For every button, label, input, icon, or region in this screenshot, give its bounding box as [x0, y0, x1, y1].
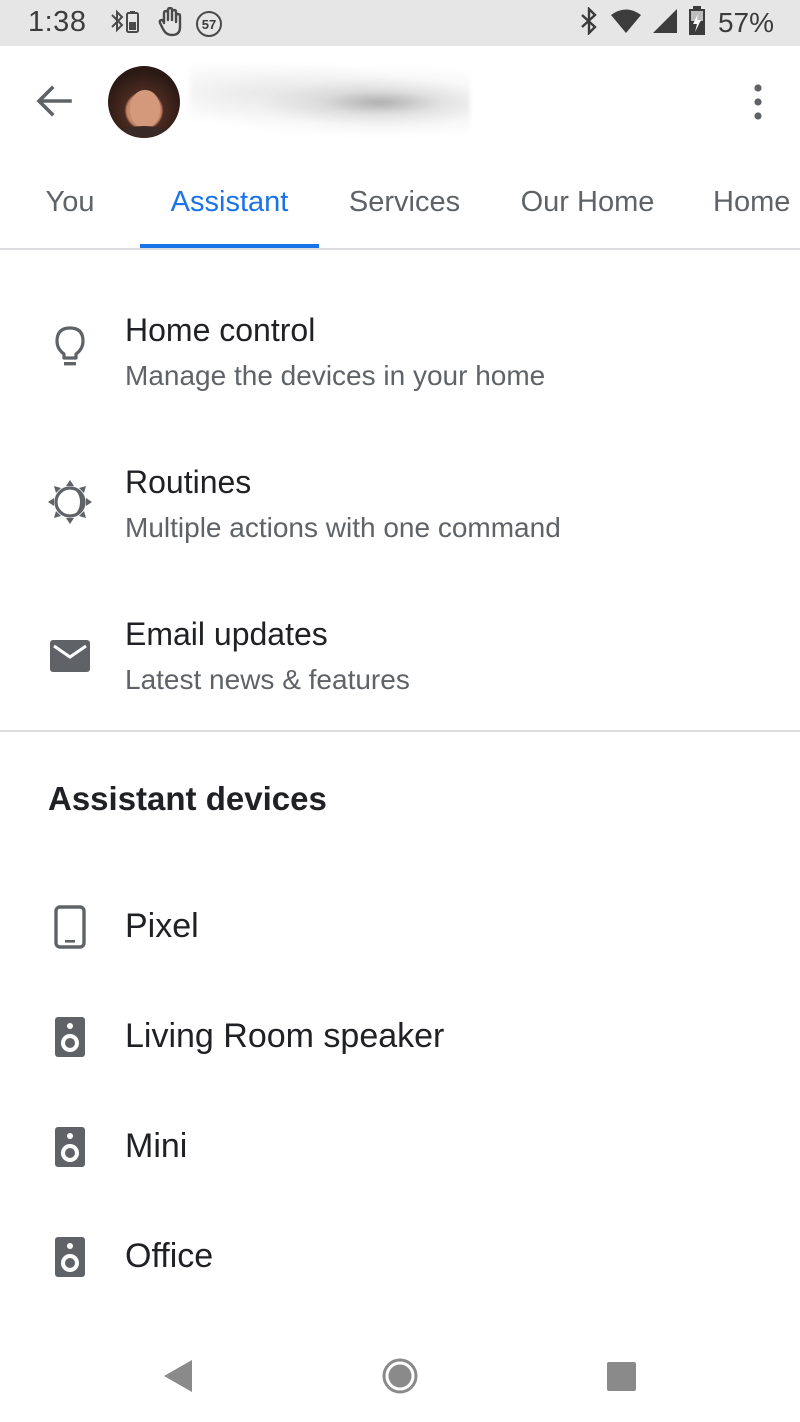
- signal-icon: [652, 8, 678, 39]
- battery-charging-icon: [688, 5, 706, 41]
- bluetooth-icon: [578, 5, 600, 40]
- overflow-menu-button[interactable]: [746, 80, 770, 124]
- tab-bar: You Assistant Services Our Home Home: [0, 156, 800, 250]
- list-item-email-updates[interactable]: Email updates Latest news & features: [0, 594, 800, 714]
- section-heading-assistant-devices: Assistant devices: [48, 780, 327, 817]
- phone-icon: [50, 903, 90, 951]
- avatar[interactable]: [108, 66, 180, 138]
- bluetooth-battery-icon: [108, 8, 144, 41]
- back-button[interactable]: [30, 79, 78, 123]
- list-item-subtitle: Latest news & features: [125, 664, 410, 695]
- list-item-title: Home control: [125, 312, 316, 348]
- device-label: Living Room speaker: [125, 1017, 445, 1055]
- tab-services[interactable]: Services: [319, 156, 490, 248]
- tab-our-home[interactable]: Our Home: [490, 156, 685, 248]
- device-item-office[interactable]: Office: [0, 1207, 800, 1307]
- lightbulb-icon: [46, 324, 94, 372]
- arrow-back-icon: [36, 85, 72, 117]
- routines-icon: [46, 478, 94, 526]
- device-label: Mini: [125, 1127, 188, 1165]
- list-item-title: Email updates: [125, 616, 328, 652]
- list-item-subtitle: Multiple actions with one command: [125, 512, 561, 543]
- nav-recents-button[interactable]: [597, 1352, 645, 1400]
- hand-icon: [158, 6, 182, 42]
- speaker-icon: [50, 1123, 90, 1171]
- device-item-pixel[interactable]: Pixel: [0, 877, 800, 977]
- active-tab-indicator: [140, 244, 319, 248]
- speaker-icon: [50, 1233, 90, 1281]
- avatar-shirt: [114, 126, 174, 138]
- speaker-icon: [50, 1013, 90, 1061]
- tab-home[interactable]: Home: [685, 156, 800, 248]
- list-item-title: Routines: [125, 464, 252, 500]
- nav-home-icon: [382, 1358, 418, 1394]
- app-bar: [0, 46, 800, 156]
- nav-recents-icon: [607, 1362, 636, 1391]
- list-item-subtitle: Manage the devices in your home: [125, 360, 546, 391]
- status-right-icons: 57%: [578, 5, 774, 41]
- list-item-routines[interactable]: Routines Multiple actions with one comma…: [0, 442, 800, 562]
- system-nav-bar: [0, 1330, 800, 1422]
- device-label: Pixel: [125, 907, 199, 945]
- wifi-icon: [610, 8, 642, 39]
- avatar-face: [130, 90, 160, 128]
- email-icon: [46, 632, 94, 680]
- device-label: Office: [125, 1237, 214, 1275]
- section-divider: [0, 730, 800, 732]
- nav-back-button[interactable]: [152, 1352, 200, 1400]
- device-item-mini[interactable]: Mini: [0, 1097, 800, 1197]
- tab-assistant[interactable]: Assistant: [140, 156, 319, 248]
- nav-home-button[interactable]: [376, 1352, 424, 1400]
- status-left-icons: 57: [108, 6, 222, 42]
- list-item-home-control[interactable]: Home control Manage the devices in your …: [0, 290, 800, 410]
- device-item-living-room-speaker[interactable]: Living Room speaker: [0, 987, 800, 1087]
- status-bar: 1:38 57 57%: [0, 0, 800, 46]
- nav-back-icon: [164, 1360, 192, 1392]
- notification-count-icon: 57: [196, 11, 222, 37]
- account-name-redacted: [190, 64, 470, 134]
- more-vert-icon: [754, 84, 762, 120]
- status-time: 1:38: [28, 6, 87, 38]
- tab-you[interactable]: You: [0, 156, 140, 248]
- battery-percentage: 57%: [717, 7, 774, 38]
